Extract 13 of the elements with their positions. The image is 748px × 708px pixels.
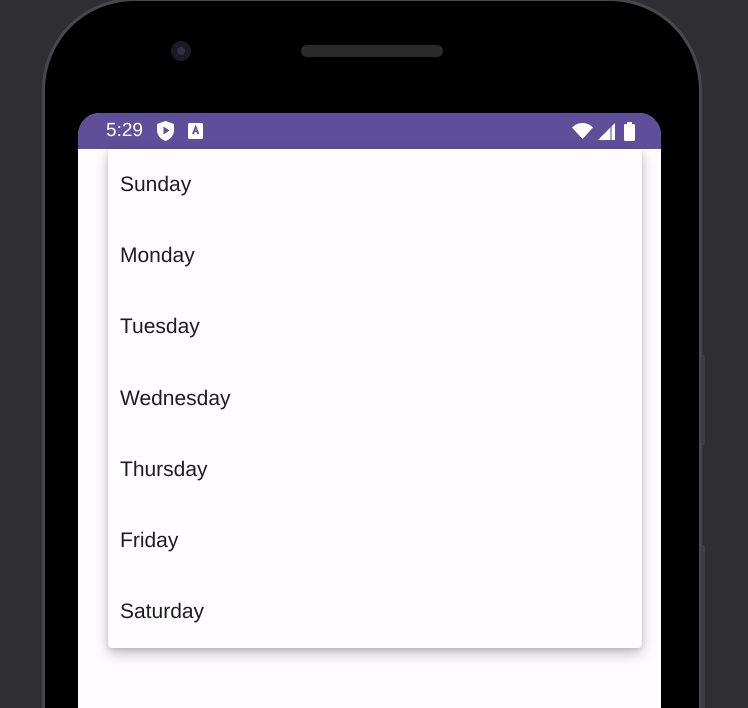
menu-item[interactable]: Sunday xyxy=(108,149,642,220)
menu-item[interactable]: Friday xyxy=(108,505,642,577)
menu-item[interactable]: Tuesday xyxy=(108,292,642,363)
menu-item[interactable]: Saturday xyxy=(108,576,642,648)
menu-item[interactable]: Wednesday xyxy=(108,362,642,434)
wifi-icon xyxy=(572,123,593,139)
signal-icon xyxy=(598,122,615,140)
status-time: 5:29 xyxy=(106,120,143,142)
menu-item[interactable]: Thursday xyxy=(108,434,642,506)
text-app-icon xyxy=(188,123,203,139)
menu-item[interactable]: Monday xyxy=(108,220,642,292)
shield-play-icon xyxy=(156,121,174,141)
battery-icon xyxy=(624,122,635,140)
